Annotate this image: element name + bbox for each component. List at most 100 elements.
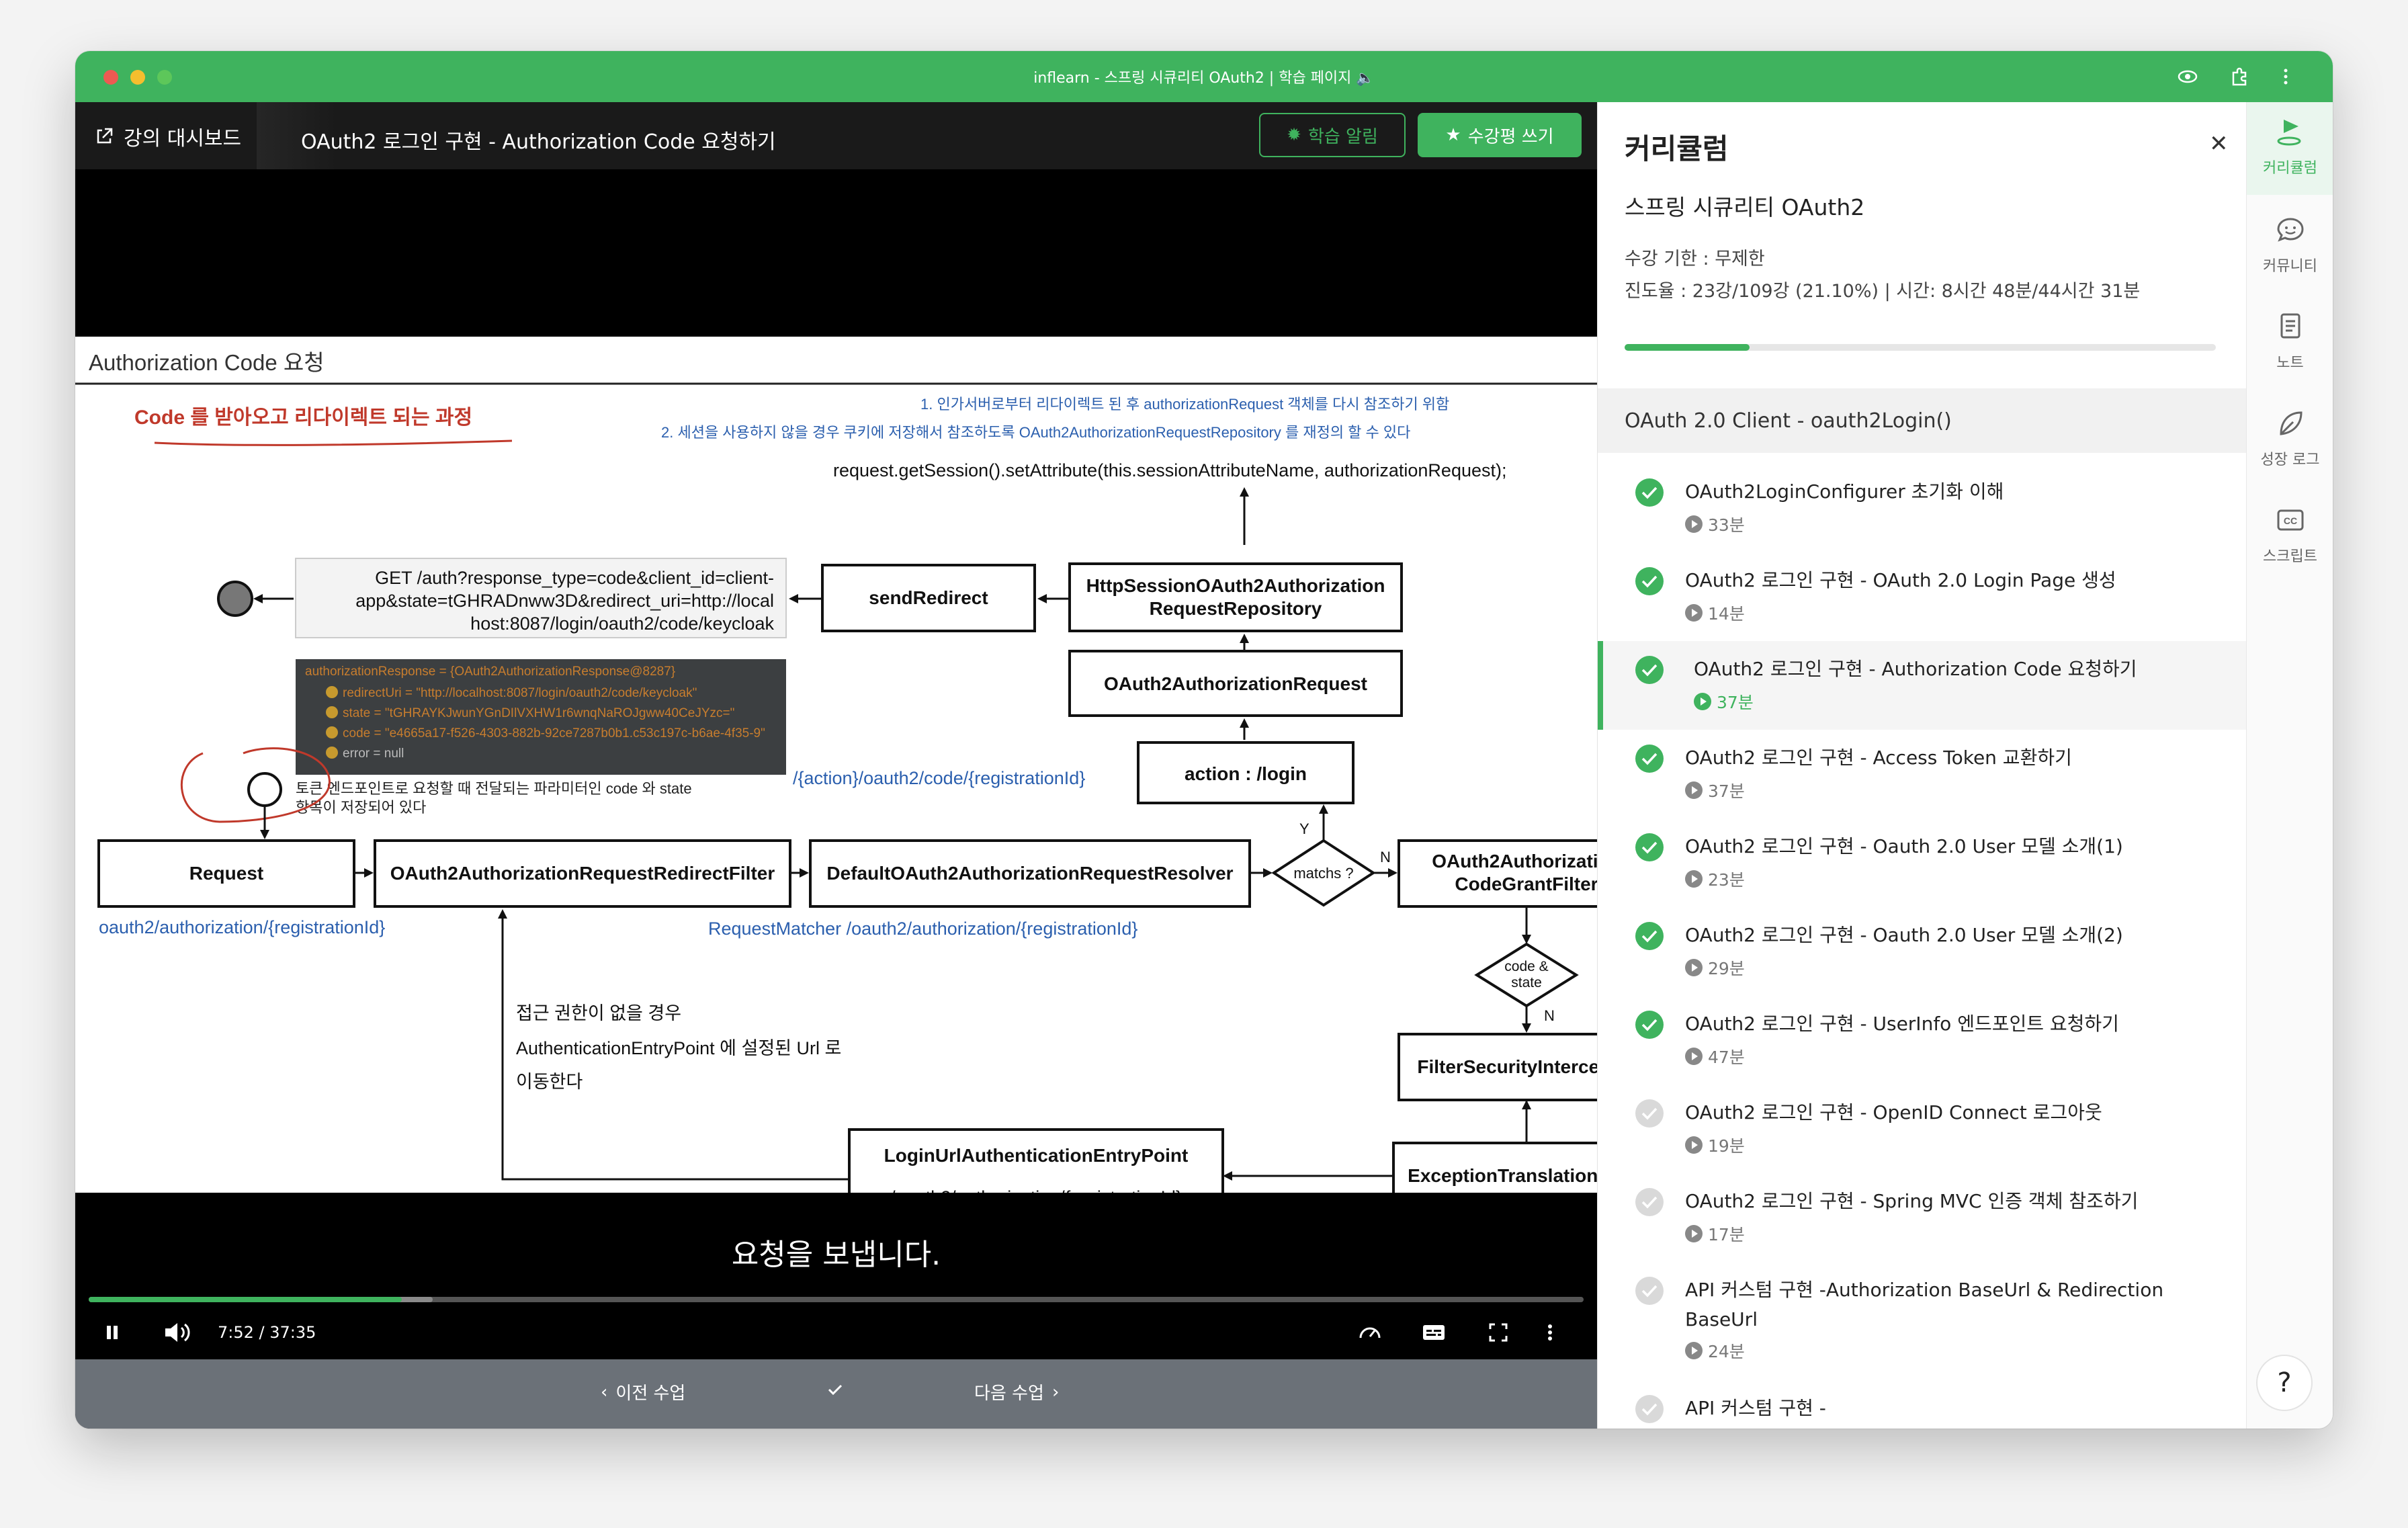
completed-check-icon [1635,478,1664,507]
play-circle-icon [1685,959,1703,976]
completed-check-icon [1635,922,1664,950]
access-note-1: 접근 권한이 없을 경우 [516,1003,681,1023]
lesson-title: OAuth2LoginConfigurer 초기화 이해 [1685,480,2004,503]
debug-line-3: code = "e4665a17-f526-4303-882b-92ce7287… [343,726,765,740]
previous-lesson-button[interactable]: ‹ 이전 수업 [601,1380,685,1404]
lesson-title: OAuth2 로그인 구현 - Spring MVC 인증 객체 참조하기 [1685,1190,2139,1212]
get-request-line-2: app&state=tGHRADnww3D&redirect_uri=http:… [355,591,774,611]
lesson-title: OAuth2 로그인 구현 - Oauth 2.0 User 모델 소개(2) [1685,924,2123,946]
pause-icon [107,1326,118,1339]
dashboard-label: 강의 대시보드 [124,127,242,151]
curriculum-panel: 커리큘럼 ✕ 스프링 시큐리티 OAuth2 수강 기한 : 무제한 진도율 :… [1597,102,2247,1429]
course-progress-bar [1625,344,2216,351]
side-rail: 커리큘럼 커뮤니티 노트 성장 로그 CC 스크립트 [2246,102,2333,1429]
play-circle-icon [1694,693,1711,710]
completed-check-icon [1635,567,1664,595]
incomplete-check-icon [1635,1395,1664,1423]
lesson-item[interactable]: OAuth2 로그인 구현 - Access Token 교환하기 37분 [1598,730,2247,818]
debug-line-1: redirectUri = "http://localhost:8087/log… [343,686,697,700]
fullscreen-button[interactable] [1485,1314,1512,1351]
volume-button[interactable] [163,1314,192,1351]
volume-icon [165,1323,190,1342]
exception-translation-filter-box: ExceptionTranslationFilter [1408,1165,1597,1186]
chat-smile-icon [2276,218,2304,242]
write-review-button[interactable]: ★ 수강평 쓰기 [1418,113,1582,157]
incomplete-check-icon [1635,1188,1664,1216]
access-note-2: AuthenticationEntryPoint 에 설정된 Url 로 [516,1038,841,1058]
lecture-header: 강의 대시보드 OAuth2 로그인 구현 - Authorization Co… [75,102,1597,169]
lesson-duration-label: 37분 [1708,781,1745,801]
rail-growth-log[interactable]: 성장 로그 [2247,396,2333,484]
lesson-item[interactable]: OAuth2 로그인 구현 - OpenID Connect 로그아웃 19분 [1598,1085,2247,1173]
rail-note[interactable]: 노트 [2247,300,2333,387]
help-button[interactable]: ? [2256,1355,2313,1411]
curriculum-title: 커리큘럼 [1625,132,1729,165]
next-lesson-button[interactable]: 다음 수업 › [974,1380,1059,1404]
play-circle-icon [1685,1342,1703,1359]
rail-curriculum-label: 커리큘럼 [2263,160,2317,177]
completed-check-icon [1635,833,1664,861]
play-circle-icon [1685,1136,1703,1154]
lesson-item[interactable]: API 커스텀 구현 - [1598,1380,2247,1429]
lesson-title: OAuth2 로그인 구현 - Authorization Code 요청하기 [1694,658,2137,680]
section-header[interactable]: OAuth 2.0 Client - oauth2Login() [1598,388,2247,453]
pause-button[interactable] [102,1314,122,1351]
playback-speed-button[interactable] [1357,1314,1383,1351]
slide-heading: Authorization Code 요청 [89,350,325,375]
action-path-label: /{action}/oauth2/code/{registrationId} [793,768,1085,788]
complete-lesson-button[interactable] [825,1380,845,1400]
completed-check-icon [1635,656,1664,684]
lesson-title: OAuth2 로그인 구현 - OpenID Connect 로그아웃 [1685,1101,2102,1123]
rail-community[interactable]: 커뮤니티 [2247,203,2333,290]
lesson-duration: 14분 [1685,601,1745,625]
player-more-button[interactable] [1540,1314,1560,1351]
dashboard-link[interactable]: 강의 대시보드 [94,121,241,152]
lesson-title: OAuth2 로그인 구현 - Oauth 2.0 User 모델 소개(1) [1685,835,2123,857]
course-period: 수강 기한 : 무제한 [1625,249,1765,269]
lesson-item[interactable]: OAuth2 로그인 구현 - Oauth 2.0 User 모델 소개(1) 2… [1598,818,2247,907]
study-alert-button[interactable]: ✹ 학습 알림 [1259,113,1406,157]
lesson-duration: 37분 [1685,778,1745,802]
access-note-3: 이동한다 [516,1072,583,1092]
write-review-label: 수강평 쓰기 [1467,126,1554,147]
lesson-duration-label: 24분 [1708,1342,1745,1361]
lesson-item[interactable]: API 커스텀 구현 -Authorization BaseUrl & Redi… [1598,1262,2247,1380]
code-state-decision-line-2: state [1511,975,1542,990]
lesson-item[interactable]: OAuth2 로그인 구현 - UserInfo 엔드포인트 요청하기 47분 [1598,996,2247,1085]
lesson-duration-label: 37분 [1717,693,1754,712]
lesson-item[interactable]: OAuth2 로그인 구현 - OAuth 2.0 Login Page 생성 1… [1598,552,2247,641]
course-name: 스프링 시큐리티 OAuth2 [1625,194,1865,220]
lesson-title: API 커스텀 구현 - [1685,1397,1826,1419]
matchs-decision: matchs ? [1293,865,1353,882]
rail-script[interactable]: CC 스크립트 [2247,493,2333,581]
video-caption: 요청을 보냅니다. [731,1238,941,1272]
code-grant-filter-line-2: CodeGrantFilter [1455,874,1597,894]
slide-bullet: Code 를 받아오고 리다이렉트 되는 과정 [134,407,472,429]
rail-curriculum[interactable]: 커리큘럼 [2247,102,2333,195]
get-request-line-1: GET /auth?response_type=code&client_id=c… [375,568,774,588]
close-panel-button[interactable]: ✕ [2209,130,2229,157]
video-progress-bar[interactable] [89,1297,1584,1302]
lesson-duration-label: 14분 [1708,604,1745,624]
closed-caption-icon: CC [2277,509,2303,531]
request-matcher-label: RequestMatcher /oauth2/authorization/{re… [708,919,1137,939]
rail-growth-log-label: 성장 로그 [2260,452,2320,468]
no-label: N [1380,849,1391,865]
lesson-item[interactable]: OAuth2 로그인 구현 - Oauth 2.0 User 모델 소개(2) 2… [1598,907,2247,996]
subtitles-button[interactable] [1420,1314,1447,1351]
rail-script-label: 스크립트 [2263,548,2317,565]
code-state-decision-line-1: code & [1504,959,1548,974]
lesson-item[interactable]: OAuth2 로그인 구현 - Spring MVC 인증 객체 참조하기 17분 [1598,1173,2247,1262]
play-circle-icon [1685,781,1703,799]
lecture-slide: Authorization Code 요청 Code 를 받아오고 리다이렉트 … [75,337,1597,1193]
incomplete-check-icon [1635,1099,1664,1128]
lesson-item[interactable]: OAuth2LoginConfigurer 초기화 이해 33분 [1598,464,2247,552]
bell-icon: ✹ [1287,125,1301,145]
study-alert-label: 학습 알림 [1307,126,1378,147]
resolver-box: DefaultOAuth2AuthorizationRequestResolve… [826,863,1233,884]
lesson-duration: 29분 [1685,956,1745,980]
lesson-item[interactable]: OAuth2 로그인 구현 - Authorization Code 요청하기 3… [1598,641,2247,730]
app-content: 강의 대시보드 OAuth2 로그인 구현 - Authorization Co… [75,51,2333,1429]
note-icon [2280,313,2300,339]
entry-point-box-line-2: /oauth2/authorization/{registrationId} [890,1187,1182,1193]
